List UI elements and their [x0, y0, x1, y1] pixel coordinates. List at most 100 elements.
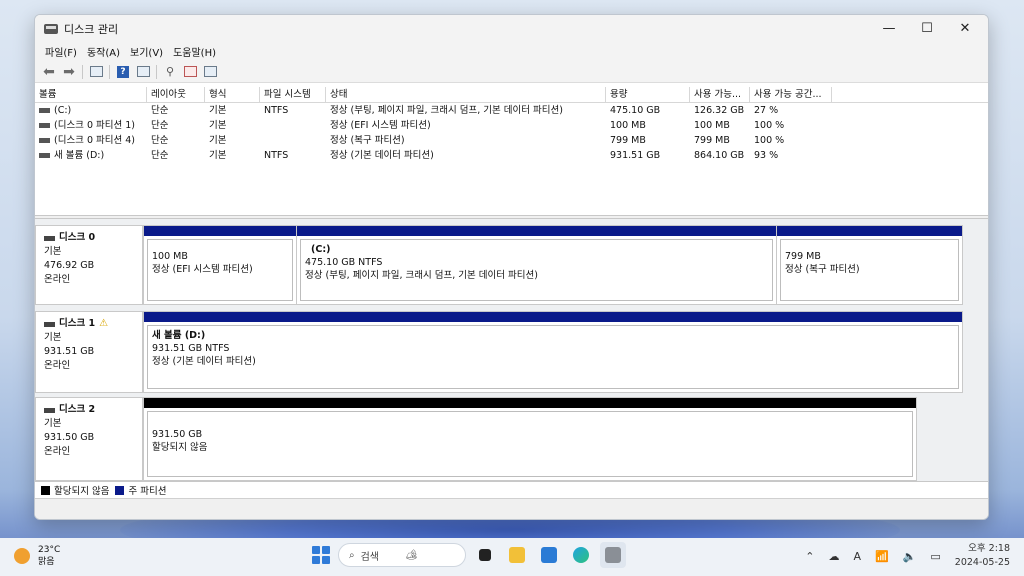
- disk-label-2[interactable]: 디스크 2 기본 931.50 GB 온라인: [35, 397, 143, 481]
- search-placeholder: 검색: [360, 551, 380, 563]
- sunny-weather-icon: [14, 548, 30, 564]
- partition-c[interactable]: (C:) 475.10 GB NTFS 정상 (부팅, 페이지 파일, 크래시 …: [297, 226, 777, 304]
- disk-icon: [44, 407, 55, 413]
- menu-help[interactable]: 도움말(H): [169, 44, 220, 59]
- free-space-cell: 100 MB: [694, 120, 730, 131]
- disk-graphical-view: 디스크 0 기본 476.92 GB 온라인 100 MB 정상 (EFI 시스…: [35, 219, 988, 481]
- window-title: 디스크 관리: [64, 22, 119, 36]
- help-icon[interactable]: ?: [113, 63, 133, 81]
- task-view-icon: [479, 549, 491, 561]
- battery-icon[interactable]: ▭: [930, 550, 940, 563]
- partition-strip-1: 새 볼륨 (D:) 931.51 GB NTFS 정상 (기본 데이터 파티션): [143, 311, 963, 393]
- menu-view[interactable]: 보기(V): [126, 44, 167, 59]
- partition-status: 정상 (기본 데이터 파티션): [152, 356, 256, 367]
- disk-name: 디스크 1: [59, 318, 96, 329]
- back-arrow-icon[interactable]: ⬅: [39, 63, 59, 81]
- column-header-volume[interactable]: 볼륨: [35, 87, 147, 102]
- capacity-cell: 931.51 GB: [610, 150, 661, 161]
- primary-partition-bar: [777, 226, 962, 236]
- column-header-free-space[interactable]: 사용 가능...: [690, 87, 750, 102]
- disk-management-taskbar-button[interactable]: [600, 542, 626, 568]
- close-button[interactable]: ✕: [946, 15, 984, 42]
- onedrive-cloud-icon[interactable]: ☁: [828, 550, 839, 563]
- disk-label-1[interactable]: 디스크 1 ⚠ 기본 931.51 GB 온라인: [35, 311, 143, 393]
- table-row[interactable]: 새 볼륨 (D:) 단순 기본 NTFS 정상 (기본 데이터 파티션) 931…: [35, 148, 988, 163]
- type-cell: 기본: [209, 135, 227, 146]
- table-row[interactable]: (디스크 0 파티션 4) 단순 기본 정상 (복구 파티션) 799 MB 7…: [35, 133, 988, 148]
- unallocated-space[interactable]: 931.50 GB 할당되지 않음: [144, 398, 916, 480]
- weather-description: 맑음: [38, 557, 55, 567]
- column-header-type[interactable]: 형식: [205, 87, 260, 102]
- search-icon: ⌕: [349, 549, 355, 561]
- partition-recovery[interactable]: 799 MB 정상 (복구 파티션): [777, 226, 962, 304]
- partition-strip-2: 931.50 GB 할당되지 않음: [143, 397, 917, 481]
- weather-temperature: 23°C: [38, 545, 61, 555]
- type-cell: 기본: [209, 120, 227, 131]
- status-cell: 정상 (복구 파티션): [330, 135, 405, 146]
- disk-type: 기본: [44, 332, 62, 343]
- weather-widget[interactable]: 23°C 맑음: [14, 544, 60, 568]
- percent-free-cell: 93 %: [754, 150, 779, 161]
- legend-item-primary: 주 파티션: [115, 483, 166, 497]
- column-header-capacity[interactable]: 용량: [606, 87, 690, 102]
- legend-label: 주 파티션: [128, 486, 167, 497]
- console-tree-icon[interactable]: [86, 63, 106, 81]
- rescan-icon[interactable]: [200, 63, 220, 81]
- volume-icon: [39, 153, 50, 158]
- table-row[interactable]: (디스크 0 파티션 1) 단순 기본 정상 (EFI 시스템 파티션) 100…: [35, 118, 988, 133]
- partition-size: 931.50 GB: [152, 429, 203, 440]
- wifi-icon[interactable]: 📶: [875, 550, 889, 563]
- legend-swatch-unallocated: [41, 485, 50, 495]
- disk-status: 온라인: [44, 446, 71, 457]
- system-tray: ⌃ ☁ A 📶 🔈 ▭ 오후 2:18 2024-05-25: [805, 542, 1010, 570]
- percent-free-cell: 27 %: [754, 105, 779, 116]
- volume-name: (C:): [54, 105, 72, 116]
- filesystem-cell: [260, 133, 326, 148]
- partition-efi[interactable]: 100 MB 정상 (EFI 시스템 파티션): [144, 226, 297, 304]
- taskbar-apps: ⌕ 검색 🏕: [310, 542, 626, 568]
- task-view-button[interactable]: [472, 542, 498, 568]
- clock[interactable]: 오후 2:18 2024-05-25: [955, 542, 1010, 570]
- edge-button[interactable]: [568, 542, 594, 568]
- menu-action[interactable]: 동작(A): [83, 44, 124, 59]
- search-highlight-icon: 🏕: [405, 549, 418, 561]
- column-header-filesystem[interactable]: 파일 시스템: [260, 87, 326, 102]
- column-header-percent-free[interactable]: 사용 가능 공간...: [750, 87, 832, 102]
- store-icon: [541, 547, 557, 563]
- taskbar-search[interactable]: ⌕ 검색 🏕: [338, 543, 466, 567]
- table-row[interactable]: (C:) 단순 기본 NTFS 정상 (부팅, 페이지 파일, 크래시 덤프, …: [35, 103, 988, 118]
- disk-management-app-icon: [44, 23, 58, 34]
- minimize-button[interactable]: —: [870, 15, 908, 42]
- disk-label-0[interactable]: 디스크 0 기본 476.92 GB 온라인: [35, 225, 143, 305]
- status-cell: 정상 (기본 데이터 파티션): [330, 150, 434, 161]
- volume-name-cell: 새 볼륨 (D:): [35, 148, 147, 163]
- edge-icon: [573, 547, 589, 563]
- connect-drive-icon[interactable]: ⚲: [160, 63, 180, 81]
- file-explorer-button[interactable]: [504, 542, 530, 568]
- primary-partition-bar: [144, 226, 296, 236]
- partition-d[interactable]: 새 볼륨 (D:) 931.51 GB NTFS 정상 (기본 데이터 파티션): [144, 312, 962, 392]
- delete-icon[interactable]: [180, 63, 200, 81]
- volume-icon: [39, 108, 50, 113]
- clock-date: 2024-05-25: [954, 557, 1010, 568]
- partition-info: 931.50 GB 할당되지 않음: [147, 411, 913, 477]
- store-button[interactable]: [536, 542, 562, 568]
- volume-icon[interactable]: 🔈: [903, 550, 917, 563]
- disk-management-icon: [605, 547, 621, 563]
- input-method-icon[interactable]: A: [853, 550, 861, 563]
- forward-arrow-icon[interactable]: ➡: [59, 63, 79, 81]
- column-header-status[interactable]: 상태: [326, 87, 606, 102]
- start-button[interactable]: [310, 544, 332, 566]
- maximize-button[interactable]: ☐: [908, 15, 946, 42]
- disk-management-window: 디스크 관리 — ☐ ✕ 파일(F) 동작(A) 보기(V) 도움말(H) ⬅ …: [34, 14, 989, 520]
- layout-cell: 단순: [151, 150, 169, 161]
- menu-file[interactable]: 파일(F): [41, 44, 81, 59]
- column-header-layout[interactable]: 레이아웃: [147, 87, 205, 102]
- disk-name: 디스크 0: [59, 232, 96, 243]
- properties-icon[interactable]: [133, 63, 153, 81]
- status-cell: 정상 (EFI 시스템 파티션): [330, 120, 431, 131]
- disk-size: 931.51 GB: [44, 346, 95, 357]
- disk-type: 기본: [44, 246, 62, 257]
- file-explorer-icon: [509, 547, 525, 563]
- chevron-up-icon[interactable]: ⌃: [805, 550, 814, 563]
